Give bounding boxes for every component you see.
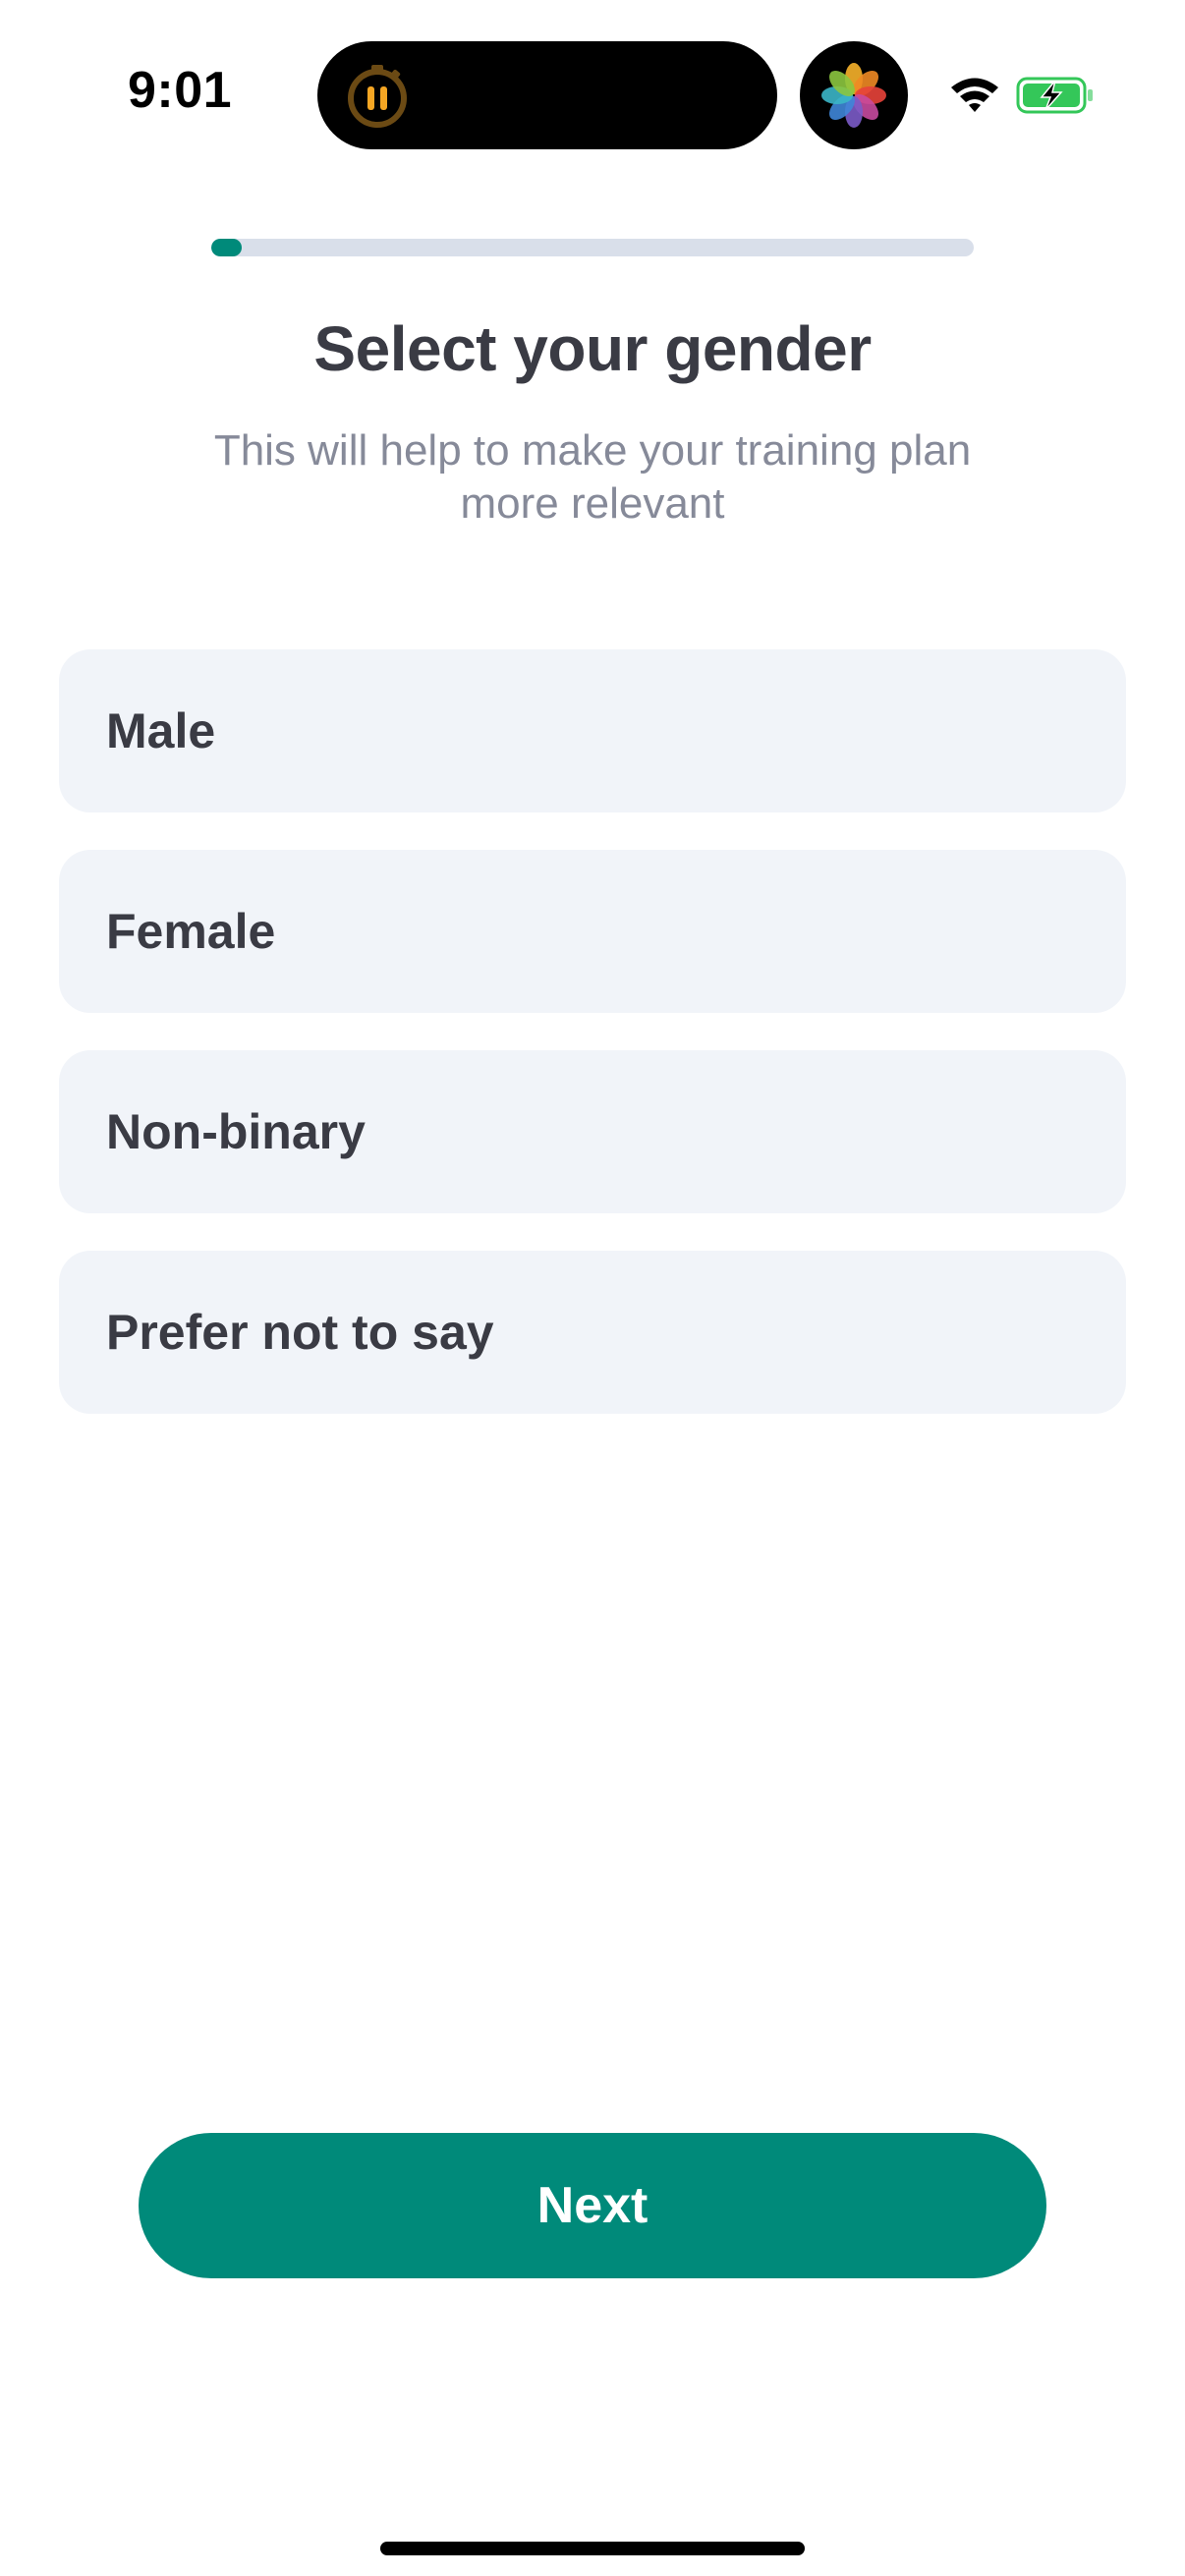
option-label: Female [106,904,276,959]
option-label: Prefer not to say [106,1305,494,1360]
next-button[interactable]: Next [139,2133,1046,2278]
option-label: Non-binary [106,1104,366,1159]
wifi-icon [949,75,1000,114]
option-female[interactable]: Female [59,850,1126,1013]
option-non-binary[interactable]: Non-binary [59,1050,1126,1213]
home-indicator[interactable] [380,2542,805,2555]
gender-options-list: Male Female Non-binary Prefer not to say [59,649,1126,1451]
progress-fill [211,239,243,256]
battery-charging-icon [1016,77,1095,114]
onboarding-progress-bar [211,239,974,256]
stopwatch-pause-icon[interactable] [343,61,412,130]
page-subtitle: This will help to make your training pla… [213,426,972,528]
status-time: 9:01 [128,62,233,119]
option-male[interactable]: Male [59,649,1126,812]
option-prefer-not-to-say[interactable]: Prefer not to say [59,1251,1126,1414]
photos-app-icon[interactable] [800,41,908,149]
dynamic-island[interactable] [317,41,777,149]
page-title: Select your gender [313,313,872,384]
option-label: Male [106,703,216,758]
